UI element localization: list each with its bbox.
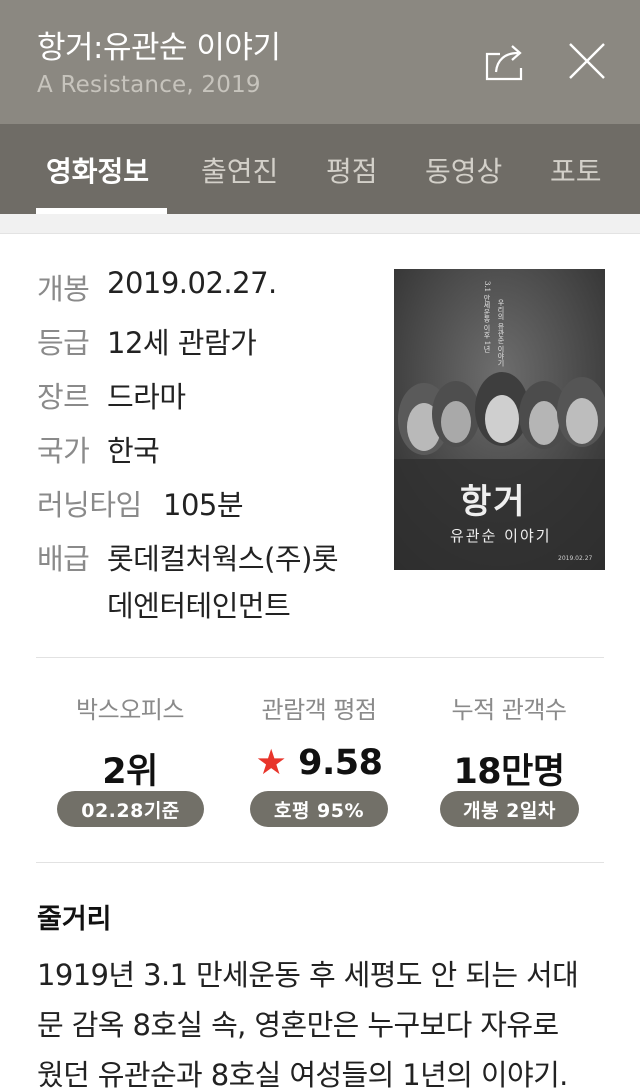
info-label-runtime: 러닝타임: [37, 488, 142, 522]
info-value-genre: 드라마: [107, 380, 186, 414]
info-row-genre: 장르 드라마: [37, 374, 186, 416]
stat-value-audience-rating: ★ 9.58: [239, 743, 399, 783]
badge-boxoffice-date: 02.28기준: [57, 791, 204, 827]
divider-2: [36, 862, 604, 863]
rating-score: 9.58: [298, 743, 383, 783]
synopsis-line: 문 감옥 8호실 속, 영혼만은 누구보다 자유로: [37, 1008, 559, 1042]
share-button[interactable]: [482, 36, 532, 86]
stat-value-cumulative: 18만명: [453, 752, 565, 792]
info-label-release: 개봉: [37, 272, 90, 306]
stat-value-boxoffice: 2위: [102, 752, 158, 792]
poster-title-big: 항거: [460, 482, 527, 522]
poster-title-small: 유관순 이야기: [450, 527, 552, 545]
tab-rating[interactable]: 평점: [326, 150, 378, 190]
info-label-genre: 장르: [37, 380, 90, 414]
stat-label-cumulative: 누적 관객수: [451, 696, 567, 724]
stat-cumulative: 누적 관객수 18만명: [429, 690, 589, 794]
poster-top-text-1: 3.1 만세운동 이후 1년: [483, 281, 491, 353]
movie-poster[interactable]: 3.1 만세운동 이후 1년 우리의 유관순 이야기 항거 유관순 이야기 20…: [394, 269, 605, 570]
close-icon: [569, 43, 605, 79]
info-value-runtime: 105분: [163, 488, 244, 522]
info-value-country: 한국: [107, 434, 160, 468]
synopsis-line: 1919년 3.1 만세운동 후 세평도 안 되는 서대: [37, 958, 579, 992]
info-row-rating: 등급 12세 관람가: [37, 320, 257, 362]
close-button[interactable]: [562, 36, 612, 86]
info-row-release: 개봉 2019.02.27.: [37, 266, 277, 308]
movie-header: 항거:유관순 이야기 A Resistance, 2019: [0, 0, 640, 124]
info-value-distributor-line2: 데엔터테인먼트: [107, 589, 291, 623]
synopsis-title: 줄거리: [37, 904, 112, 935]
info-value-distributor-line1: 롯데컬처웍스(주)롯: [107, 542, 339, 576]
synopsis-line: 웠던 유관순과 8호실 여성들의 1년의 이야기.: [37, 1058, 568, 1092]
info-value-release: 2019.02.27.: [107, 266, 277, 300]
info-row-distributor: 배급 롯데컬처웍스(주)롯: [37, 536, 339, 578]
tab-cast[interactable]: 출연진: [201, 150, 278, 190]
info-row-distributor-cont: 데엔터테인먼트: [107, 583, 291, 625]
info-row-country: 국가 한국: [37, 428, 160, 470]
stat-boxoffice: 박스오피스 2위: [50, 690, 210, 794]
info-label-distributor: 배급: [37, 542, 90, 576]
stat-label-audience-rating: 관람객 평점: [261, 696, 377, 724]
info-row-runtime: 러닝타임 105분: [37, 482, 244, 524]
page-title: 항거:유관순 이야기: [37, 30, 281, 66]
info-value-rating: 12세 관람가: [107, 326, 257, 360]
tab-bar: 영화정보 출연진 평점 동영상 포토: [0, 124, 640, 214]
divider-1: [36, 657, 604, 658]
stat-audience-rating: 관람객 평점 ★ 9.58: [239, 690, 399, 783]
poster-top-text-2: 우리의 유관순 이야기: [497, 299, 505, 367]
star-icon: ★: [255, 743, 287, 783]
info-label-rating: 등급: [37, 326, 90, 360]
share-icon: [485, 45, 523, 81]
badge-release-day: 개봉 2일차: [440, 791, 579, 827]
tab-movie-info[interactable]: 영화정보: [46, 150, 149, 190]
page-subtitle: A Resistance, 2019: [37, 72, 261, 98]
tab-photo[interactable]: 포토: [550, 150, 602, 190]
poster-date: 2019.02.27: [558, 555, 593, 562]
stat-label-boxoffice: 박스오피스: [76, 696, 184, 724]
badge-positive-rate: 호평 95%: [250, 791, 388, 827]
tab-video[interactable]: 동영상: [425, 150, 502, 190]
synopsis-text: 1919년 3.1 만세운동 후 세평도 안 되는 서대 문 감옥 8호실 속,…: [37, 950, 617, 1092]
info-label-country: 국가: [37, 434, 90, 468]
section-separator: [0, 214, 640, 234]
